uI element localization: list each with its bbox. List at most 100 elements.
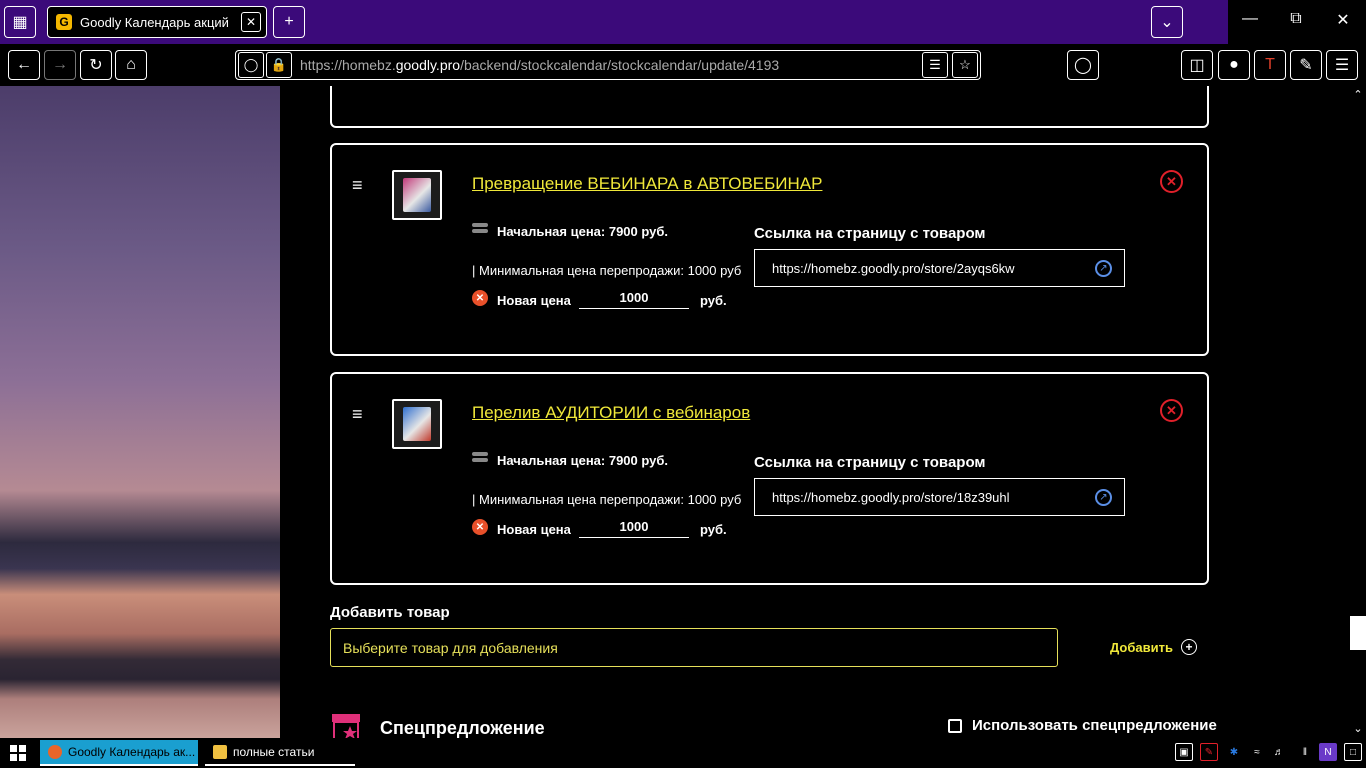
taskbar-item-folder[interactable]: полные статьи (205, 740, 355, 766)
onenote-icon[interactable]: N (1319, 743, 1337, 761)
home-button[interactable]: ⌂ (115, 50, 147, 80)
add-button-label: Добавить (1110, 639, 1173, 655)
min-resale-price: | Минимальная цена перепродажи: 1000 руб (472, 492, 742, 507)
extension-t-icon: T (1265, 56, 1275, 73)
product-card-previous (330, 86, 1209, 128)
url-text[interactable]: https://homebz.goodly.pro/backend/stockc… (300, 57, 920, 73)
product-card: ≡ Превращение ВЕБИНАРА в АВТОВЕБИНАР ✕ Н… (330, 143, 1209, 356)
remove-product-icon[interactable]: ✕ (1160, 170, 1183, 193)
product-link-text: https://homebz.goodly.pro/store/2ayqs6kw (772, 260, 1015, 276)
folder-icon (213, 745, 227, 759)
new-price-input[interactable]: 1000 (579, 290, 689, 309)
product-link-label: Ссылка на страницу с товаром (754, 454, 986, 471)
url-prefix: https://homebz. (300, 57, 396, 73)
remove-product-icon[interactable]: ✕ (1160, 399, 1183, 422)
drag-handle-icon[interactable]: ≡ (352, 175, 363, 196)
back-button[interactable]: ← (8, 50, 40, 80)
reader-view-icon[interactable]: ☰ (922, 52, 948, 78)
extension-t-button[interactable]: T (1254, 50, 1286, 80)
store-icon (332, 714, 360, 738)
new-price-input[interactable]: 1000 (579, 519, 689, 538)
database-icon (472, 223, 488, 239)
add-product-select[interactable]: Выберите товар для добавления (330, 628, 1058, 667)
background-photo (0, 86, 280, 738)
pocket-icon: ◯ (1074, 57, 1092, 74)
tray-icon: ▦ (12, 14, 28, 31)
account-button[interactable]: ● (1218, 50, 1250, 80)
clear-price-icon[interactable]: ✕ (472, 290, 488, 306)
home-icon: ⌂ (126, 56, 136, 73)
open-link-icon[interactable]: ↗ (1095, 260, 1112, 277)
tab-bar: ▦ G Goodly Календарь акций ✕ + ⌄ — ⧉ ✕ (0, 0, 1366, 44)
start-price: Начальная цена: 7900 руб. (497, 453, 669, 468)
product-name-link[interactable]: Превращение ВЕБИНАРА в АВТОВЕБИНАР (472, 174, 822, 194)
product-link-label: Ссылка на страницу с товаром (754, 225, 986, 242)
account-icon: ● (1229, 56, 1239, 73)
min-resale-price: | Минимальная цена перепродажи: 1000 руб (472, 263, 742, 278)
goodly-favicon-icon: G (56, 14, 72, 30)
new-tab-button[interactable]: + (273, 6, 305, 38)
product-box-image (403, 178, 431, 212)
sidebar-icon: ◫ (1189, 57, 1205, 74)
reload-icon: ↻ (89, 57, 103, 74)
wifi-icon[interactable]: ≈ (1248, 743, 1266, 761)
tray-app-icon[interactable]: ▣ (1175, 743, 1193, 761)
graphics-icon[interactable]: ‖ (1296, 743, 1314, 761)
product-thumbnail (392, 399, 442, 449)
menu-button[interactable]: ☰ (1326, 50, 1358, 80)
taskbar-item-label: Goodly Календарь ак... (68, 745, 196, 759)
notifications-icon[interactable]: □ (1344, 743, 1362, 761)
special-offer-checkbox-label[interactable]: Использовать спецпредложение (972, 717, 1217, 734)
product-link-field[interactable]: https://homebz.goodly.pro/store/2ayqs6kw… (754, 249, 1125, 287)
taskbar: Goodly Календарь ак... полные статьи ▣ ✎… (0, 738, 1366, 768)
close-tab-icon[interactable]: ✕ (241, 12, 261, 32)
shield-icon[interactable]: ◯ (238, 52, 264, 78)
hamburger-icon: ☰ (1334, 57, 1350, 74)
product-name-link[interactable]: Перелив АУДИТОРИИ с вебинаров (472, 403, 750, 423)
add-product-label: Добавить товар (330, 604, 450, 621)
tray-red-app-icon[interactable]: ✎ (1200, 743, 1218, 761)
lock-icon[interactable]: 🔒 (266, 52, 292, 78)
clear-price-icon[interactable]: ✕ (472, 519, 488, 535)
scroll-up-icon[interactable]: ⌃ (1350, 88, 1366, 101)
bluetooth-icon[interactable]: ✱ (1225, 743, 1243, 761)
drag-handle-icon[interactable]: ≡ (352, 404, 363, 425)
url-bar[interactable]: ◯ 🔒 https://homebz.goodly.pro/backend/st… (235, 50, 981, 80)
tab-goodly[interactable]: G Goodly Календарь акций ✕ (47, 6, 267, 38)
bookmark-star-icon[interactable]: ☆ (952, 52, 978, 78)
arrow-left-icon: ← (16, 56, 32, 73)
url-path: /backend/stockcalendar/stockcalendar/upd… (460, 57, 780, 73)
url-domain: goodly.pro (395, 57, 461, 73)
scroll-down-icon[interactable]: ⌄ (1350, 722, 1366, 735)
chevron-down-icon: ⌄ (1160, 14, 1174, 31)
main-content: ≡ Превращение ВЕБИНАРА в АВТОВЕБИНАР ✕ Н… (280, 86, 1350, 738)
product-link-field[interactable]: https://homebz.goodly.pro/store/18z39uhl… (754, 478, 1125, 516)
windows-start-icon[interactable] (10, 745, 26, 761)
open-link-icon[interactable]: ↗ (1095, 489, 1112, 506)
tab-overview-button[interactable]: ▦ (4, 6, 36, 38)
start-price: Начальная цена: 7900 руб. (497, 224, 669, 239)
close-window-icon[interactable]: ✕ (1331, 10, 1355, 30)
new-price-label: Новая цена (497, 522, 571, 537)
special-offer-checkbox[interactable] (948, 719, 962, 733)
extensions-button[interactable]: ✎ (1290, 50, 1322, 80)
reload-button[interactable]: ↻ (80, 50, 112, 80)
list-tabs-button[interactable]: ⌄ (1151, 6, 1183, 38)
taskbar-item-firefox[interactable]: Goodly Календарь ак... (40, 740, 198, 766)
product-box-image (403, 407, 431, 441)
sidebar-button[interactable]: ◫ (1181, 50, 1213, 80)
minimize-icon[interactable]: — (1238, 10, 1262, 28)
restore-icon[interactable]: ⧉ (1284, 10, 1308, 28)
page-scrollbar[interactable]: ⌃ ⌄ (1350, 86, 1366, 738)
nav-bar: ← → ↻ ⌂ ◯ 🔒 https://homebz.goodly.pro/ba… (0, 44, 1366, 86)
volume-icon[interactable]: ♬ (1270, 743, 1288, 761)
new-price-label: Новая цена (497, 293, 571, 308)
product-link-text: https://homebz.goodly.pro/store/18z39uhl (772, 489, 1010, 505)
forward-button[interactable]: → (44, 50, 76, 80)
scrollbar-thumb[interactable] (1350, 616, 1366, 650)
firefox-icon (48, 745, 62, 759)
puzzle-icon: ✎ (1299, 57, 1313, 74)
pocket-button[interactable]: ◯ (1067, 50, 1099, 80)
currency-label: руб. (700, 522, 727, 537)
add-product-button[interactable]: Добавить + (1110, 639, 1197, 655)
